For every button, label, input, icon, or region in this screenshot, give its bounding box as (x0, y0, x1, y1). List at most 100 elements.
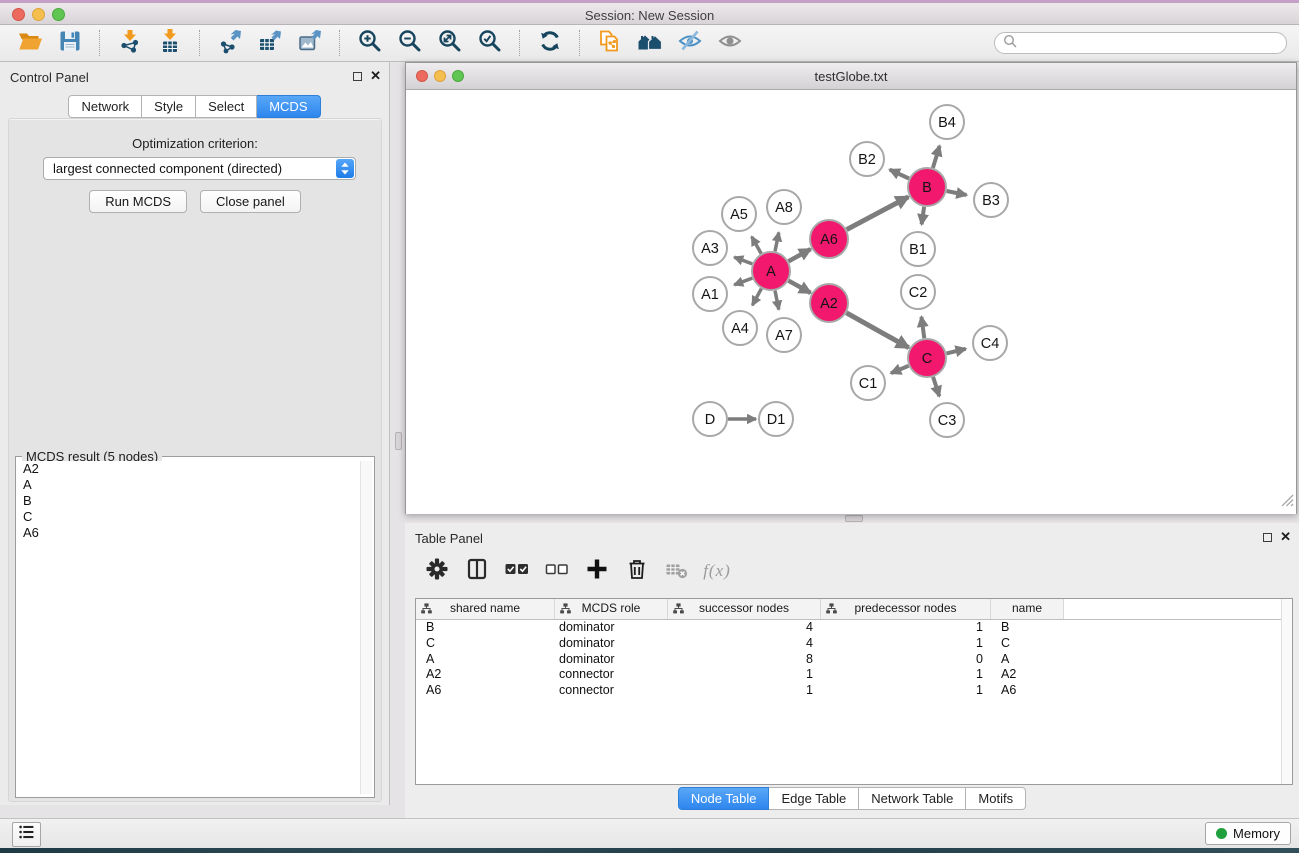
mcds-list-scrollbar[interactable] (360, 461, 372, 794)
vertical-splitter[interactable] (391, 62, 405, 853)
zoom-out-button[interactable] (393, 28, 427, 58)
task-history-button[interactable] (12, 822, 41, 847)
tab-select[interactable]: Select (196, 95, 257, 118)
edge-B-B4[interactable] (933, 146, 940, 168)
memory-button[interactable]: Memory (1205, 822, 1291, 845)
edge-B-B2[interactable] (890, 170, 909, 179)
edge-C-C2[interactable] (921, 317, 924, 338)
search-field[interactable] (994, 32, 1287, 54)
import-network-button[interactable] (113, 28, 147, 58)
table-settings-button[interactable] (424, 556, 450, 586)
mcds-result-item[interactable]: C (18, 509, 361, 525)
tab-node-table[interactable]: Node Table (678, 787, 770, 810)
close-panel-icon[interactable]: ✕ (1280, 532, 1291, 542)
create-column-button[interactable] (584, 556, 610, 586)
node-A8[interactable]: A8 (767, 190, 801, 224)
edge-A-A6[interactable] (789, 249, 811, 261)
delete-table-button[interactable] (664, 556, 690, 586)
export-network-button[interactable] (213, 28, 247, 58)
close-panel-icon[interactable]: ✕ (370, 71, 381, 81)
table-row[interactable]: Adominator80A (416, 652, 1292, 668)
mcds-result-item[interactable]: B (18, 493, 361, 509)
edge-A2-C[interactable] (846, 313, 908, 348)
node-A3[interactable]: A3 (693, 231, 727, 265)
node-D1[interactable]: D1 (759, 402, 793, 436)
mcds-result-item[interactable]: A (18, 477, 361, 493)
search-input[interactable] (1022, 35, 1286, 51)
mcds-result-list[interactable]: A2ABCA6 (18, 461, 361, 794)
node-C3[interactable]: C3 (930, 403, 964, 437)
edge-A-A4[interactable] (752, 289, 761, 306)
float-panel-icon[interactable] (1263, 533, 1272, 542)
horizontal-splitter-grip[interactable] (845, 515, 863, 522)
table-scrollbar[interactable] (1281, 599, 1292, 784)
zoom-selected-button[interactable] (473, 28, 507, 58)
edge-A-A1[interactable] (734, 278, 752, 285)
column-header-predecessor-nodes[interactable]: predecessor nodes (821, 599, 991, 619)
edge-B-B1[interactable] (922, 207, 925, 225)
copy-network-button[interactable] (593, 28, 627, 58)
table-row[interactable]: A2connector11A2 (416, 667, 1292, 683)
import-table-button[interactable] (153, 28, 187, 58)
deselect-all-button[interactable] (544, 556, 570, 586)
node-A5[interactable]: A5 (722, 197, 756, 231)
node-D[interactable]: D (693, 402, 727, 436)
network-window-title-bar[interactable]: testGlobe.txt (406, 63, 1296, 90)
export-image-button[interactable] (293, 28, 327, 58)
delete-column-button[interactable] (624, 556, 650, 586)
edge-C-C4[interactable] (947, 349, 966, 354)
close-panel-button[interactable]: Close panel (200, 190, 301, 213)
save-session-button[interactable] (53, 28, 87, 58)
zoom-fit-button[interactable] (433, 28, 467, 58)
run-mcds-button[interactable]: Run MCDS (89, 190, 187, 213)
edge-A-A5[interactable] (752, 237, 762, 254)
mcds-result-item[interactable]: A6 (18, 525, 361, 541)
resize-grip-icon[interactable] (1279, 492, 1294, 512)
tab-network[interactable]: Network (68, 95, 142, 118)
column-header-name[interactable]: name (991, 599, 1064, 619)
node-B[interactable]: B (908, 168, 946, 206)
node-A6[interactable]: A6 (810, 220, 848, 258)
function-builder-button[interactable]: f(x) (704, 556, 730, 586)
column-header-MCDS-role[interactable]: MCDS role (555, 599, 668, 619)
tab-motifs[interactable]: Motifs (966, 787, 1026, 810)
criterion-dropdown[interactable]: largest connected component (directed) (43, 157, 356, 180)
node-A2[interactable]: A2 (810, 284, 848, 322)
column-header-successor-nodes[interactable]: successor nodes (668, 599, 821, 619)
edge-B-B3[interactable] (947, 191, 967, 195)
edge-C-C1[interactable] (891, 366, 909, 373)
node-A7[interactable]: A7 (767, 318, 801, 352)
tab-style[interactable]: Style (142, 95, 196, 118)
node-A1[interactable]: A1 (693, 277, 727, 311)
show-details-button[interactable] (713, 28, 747, 58)
show-columns-button[interactable] (464, 556, 490, 586)
open-session-button[interactable] (13, 28, 47, 58)
hide-details-button[interactable] (673, 28, 707, 58)
mcds-result-item[interactable]: A2 (18, 461, 361, 477)
node-C2[interactable]: C2 (901, 275, 935, 309)
edge-A6-B[interactable] (847, 197, 909, 230)
edge-C-C3[interactable] (933, 377, 939, 396)
node-A[interactable]: A (752, 252, 790, 290)
network-canvas[interactable]: A A1 A2 A3 A4 A5 A6 A7 A8 B B1 B2 B3 B4 C C1 C2 C3 C4 D D1 (406, 90, 1296, 514)
edge-A-A3[interactable] (734, 257, 752, 264)
node-B2[interactable]: B2 (850, 142, 884, 176)
table-row[interactable]: Cdominator41C (416, 636, 1292, 652)
tab-mcds[interactable]: MCDS (257, 95, 320, 118)
node-A4[interactable]: A4 (723, 311, 757, 345)
tab-edge-table[interactable]: Edge Table (769, 787, 859, 810)
export-table-button[interactable] (253, 28, 287, 58)
zoom-in-button[interactable] (353, 28, 387, 58)
node-B3[interactable]: B3 (974, 183, 1008, 217)
splitter-grip[interactable] (395, 432, 402, 450)
node-C1[interactable]: C1 (851, 366, 885, 400)
refresh-button[interactable] (533, 28, 567, 58)
node-B1[interactable]: B1 (901, 232, 935, 266)
node-C[interactable]: C (908, 339, 946, 377)
edge-A-A2[interactable] (789, 281, 811, 293)
node-C4[interactable]: C4 (973, 326, 1007, 360)
table-row[interactable]: A6connector11A6 (416, 683, 1292, 699)
column-header-shared-name[interactable]: shared name (416, 599, 555, 619)
node-B4[interactable]: B4 (930, 105, 964, 139)
float-panel-icon[interactable] (353, 72, 362, 81)
